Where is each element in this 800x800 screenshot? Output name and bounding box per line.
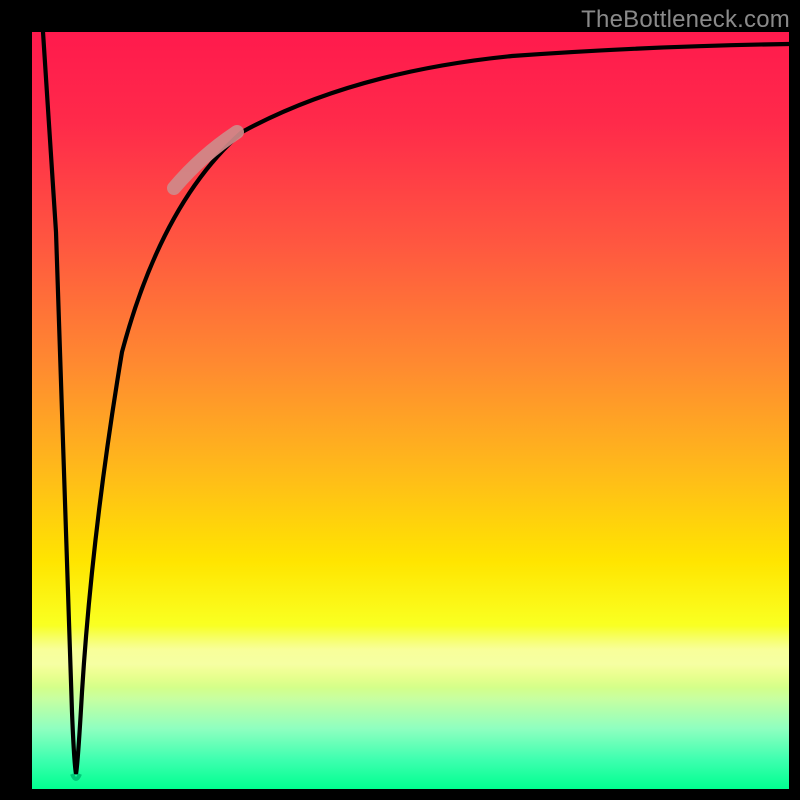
curve-path	[43, 32, 789, 774]
bottleneck-curve	[32, 32, 789, 789]
bottom-frame-border	[32, 789, 789, 800]
curve-notch	[72, 774, 80, 779]
watermark-text: TheBottleneck.com	[581, 6, 790, 34]
curve-highlight-segment	[174, 132, 237, 188]
plot-area	[32, 32, 789, 789]
chart-frame: TheBottleneck.com	[0, 0, 800, 800]
right-frame-border	[789, 32, 800, 789]
